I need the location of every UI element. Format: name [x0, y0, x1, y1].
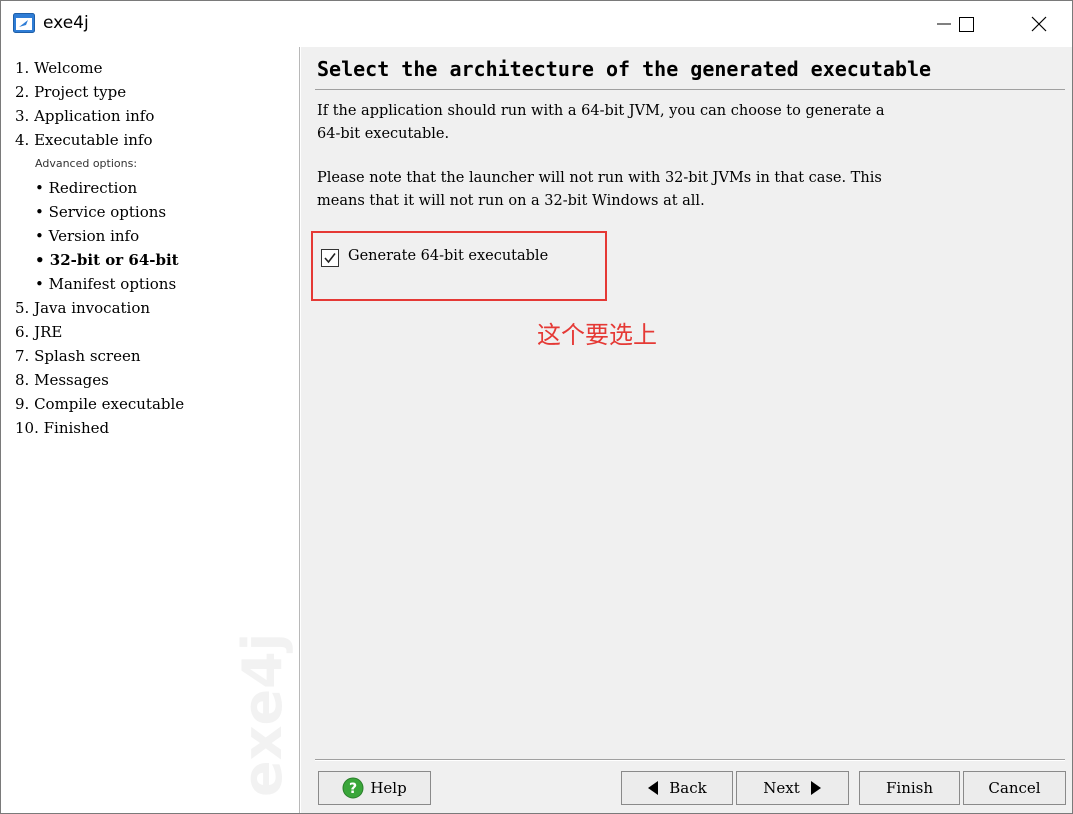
watermark-text: exe4j [231, 637, 293, 797]
title-bar[interactable]: exe4j [1, 1, 1072, 47]
exe4j-window: exe4j 1. Welcome 2. Project type 3. Appl… [0, 0, 1073, 814]
help-icon: ? [342, 777, 364, 799]
cancel-label: Cancel [988, 779, 1041, 797]
finish-button[interactable]: Finish [859, 771, 960, 805]
annotation-highlight-box [311, 231, 607, 301]
heading-divider [315, 89, 1065, 90]
next-button[interactable]: Next [736, 771, 849, 805]
step-java-invocation[interactable]: 5. Java invocation [15, 299, 150, 321]
step-compile-executable[interactable]: 9. Compile executable [15, 395, 184, 417]
step-finished[interactable]: 10. Finished [15, 419, 109, 441]
substep-redirection[interactable]: • Redirection [35, 179, 137, 201]
app-icon [13, 13, 35, 33]
step-welcome[interactable]: 1. Welcome [15, 59, 102, 81]
annotation-text: 这个要选上 [537, 321, 657, 349]
description-line-1: If the application should run with a 64-… [317, 103, 885, 119]
substep-32-or-64-bit[interactable]: • 32-bit or 64-bit [35, 251, 179, 273]
svg-text:?: ? [349, 781, 357, 797]
advanced-options-label: Advanced options: [35, 157, 138, 170]
substep-manifest-options[interactable]: • Manifest options [35, 275, 176, 297]
note-line-1: Please note that the launcher will not r… [317, 170, 882, 186]
main-panel: Select the architecture of the generated… [301, 47, 1072, 813]
maximize-icon [959, 17, 974, 32]
substep-service-options[interactable]: • Service options [35, 203, 166, 225]
window-title: exe4j [43, 13, 89, 33]
maximize-button[interactable] [941, 1, 991, 47]
note-line-2: means that it will not run on a 32-bit W… [317, 193, 705, 209]
page-title: Select the architecture of the generated… [317, 57, 932, 81]
description-line-2: 64-bit executable. [317, 126, 450, 142]
substep-version-info[interactable]: • Version info [35, 227, 139, 249]
back-button[interactable]: Back [621, 771, 733, 805]
back-arrow-icon [648, 781, 659, 795]
step-splash-screen[interactable]: 7. Splash screen [15, 347, 141, 369]
help-button[interactable]: ? Help [318, 771, 431, 805]
step-project-type[interactable]: 2. Project type [15, 83, 126, 105]
help-label: Help [370, 779, 407, 797]
cancel-button[interactable]: Cancel [963, 771, 1066, 805]
finish-label: Finish [885, 779, 934, 797]
step-jre[interactable]: 6. JRE [15, 323, 62, 345]
back-label: Back [669, 779, 707, 797]
close-icon [1031, 16, 1047, 32]
exe4j-watermark-logo: exe4j [231, 637, 293, 797]
next-label: Next [763, 779, 800, 797]
step-executable-info[interactable]: 4. Executable info [15, 131, 152, 153]
close-button[interactable] [1014, 1, 1064, 47]
next-arrow-icon [810, 781, 821, 795]
step-messages[interactable]: 8. Messages [15, 371, 109, 393]
step-application-info[interactable]: 3. Application info [15, 107, 154, 129]
wizard-steps-sidebar: 1. Welcome 2. Project type 3. Applicatio… [1, 47, 300, 813]
